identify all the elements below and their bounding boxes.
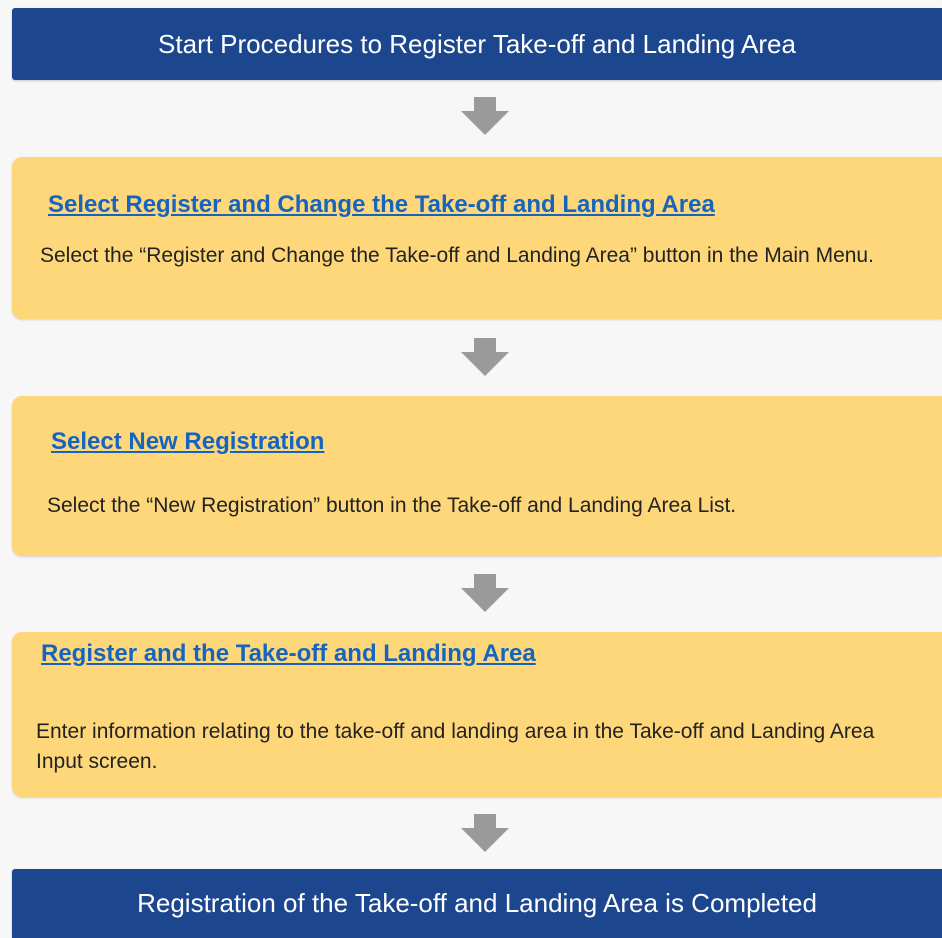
down-arrow-icon [461,814,509,852]
step-description: Select the “New Registration” button in … [47,494,737,517]
start-banner: Start Procedures to Register Take-off an… [12,8,942,80]
step-new-registration: Select New Registration Select the “New … [12,396,942,556]
step-description: Select the “Register and Change the Take… [40,244,874,267]
step-description: Enter information relating to the take-o… [36,720,875,773]
step-title[interactable]: Select New Registration [51,428,324,456]
end-banner-label: Registration of the Take-off and Landing… [137,888,817,918]
step-title[interactable]: Select Register and Change the Take-off … [48,191,715,219]
step-register-change: Select Register and Change the Take-off … [12,157,942,319]
start-banner-label: Start Procedures to Register Take-off an… [158,28,796,59]
down-arrow-icon [461,97,509,135]
end-banner: Registration of the Take-off and Landing… [12,869,942,938]
step-title[interactable]: Register and the Take-off and Landing Ar… [41,640,536,668]
step-register-area: Register and the Take-off and Landing Ar… [12,632,942,797]
down-arrow-icon [461,574,509,612]
down-arrow-icon [461,338,509,376]
